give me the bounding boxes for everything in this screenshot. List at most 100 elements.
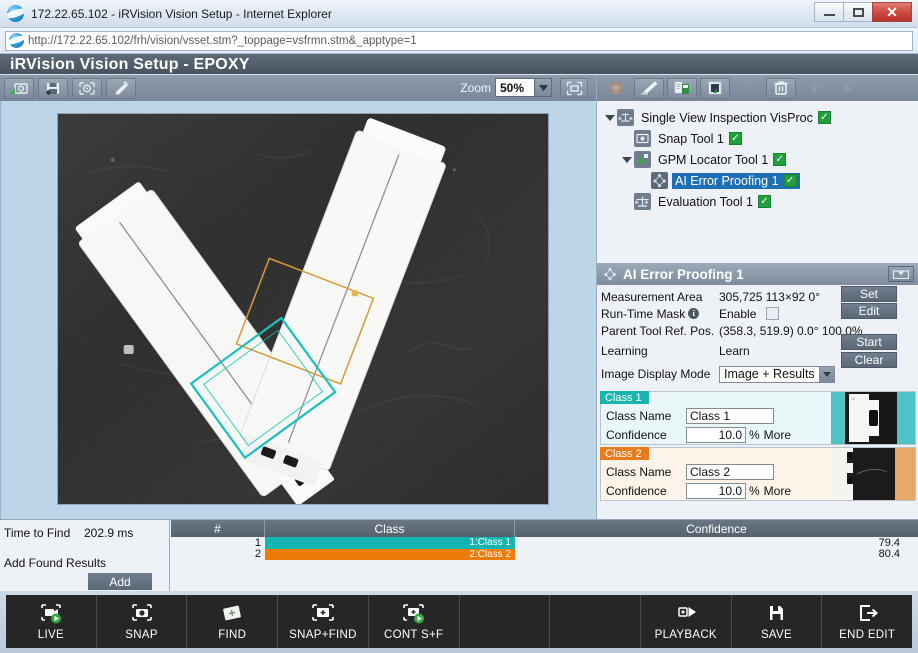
more-link[interactable]: More (764, 484, 791, 498)
class-name-label: Class Name (606, 465, 686, 479)
eyedropper-icon[interactable] (106, 78, 136, 99)
confidence-unit: % (749, 484, 760, 498)
live-button[interactable]: LIVE (6, 595, 97, 648)
clear-button[interactable]: Clear (841, 352, 897, 368)
copy-tool-icon[interactable] (667, 78, 697, 99)
learning-label: Learning (601, 344, 719, 358)
set-button[interactable]: Set (841, 286, 897, 302)
cell-class: 2:Class 2 (265, 549, 515, 561)
class-card-1: Class 1 Class Name Class 1 (600, 391, 916, 445)
tree-node-label: AI Error Proofing 1 (675, 174, 779, 188)
chevron-down-icon[interactable] (534, 79, 551, 96)
end-edit-button[interactable]: END EDIT (822, 595, 912, 648)
class-tag: Class 1 (600, 391, 649, 404)
zoom-select[interactable]: 50% (495, 78, 552, 97)
results-summary: Time to Find 202.9 ms Add Found Results … (0, 520, 170, 592)
find-icon (217, 602, 247, 626)
zoom-value: 50% (496, 79, 534, 96)
calibrate-icon[interactable] (72, 78, 102, 99)
add-button[interactable]: Add (88, 573, 152, 590)
live-label: LIVE (38, 629, 64, 641)
tree-node-label: Evaluation Tool 1 (658, 195, 753, 209)
maximize-button[interactable] (843, 2, 872, 22)
cell-index: 1 (171, 537, 265, 549)
expander-icon[interactable] (603, 115, 617, 121)
cell-confidence: 79.4 (515, 537, 918, 549)
move-up-icon (799, 78, 829, 99)
save-button[interactable]: SAVE (732, 595, 823, 648)
class-card-fields: Class Name Class 1 Confidence 10.0 % Mor… (606, 406, 791, 444)
runtime-mask-label-wrap: Run-Time Mask i (601, 307, 719, 321)
class-name-input[interactable]: Class 1 (686, 408, 774, 424)
playback-button[interactable]: PLAYBACK (641, 595, 732, 648)
cell-confidence: 80.4 (515, 549, 918, 561)
more-link[interactable]: More (764, 428, 791, 442)
tree-node-gpm-locator[interactable]: GPM Locator Tool 1 ✓ (603, 149, 918, 170)
confidence-input[interactable]: 10.0 (686, 483, 746, 499)
save-icon[interactable] (38, 78, 68, 99)
close-button[interactable]: ✕ (872, 2, 912, 22)
class-card-fields: Class Name Class 2 Confidence 10.0 % Mor… (606, 462, 791, 500)
column-header-confidence: Confidence (515, 520, 918, 537)
edit-button[interactable]: Edit (841, 303, 897, 319)
class-tag: Class 2 (600, 447, 649, 460)
tree-node-ai-error-proofing[interactable]: AI Error Proofing 1 ✓ (603, 170, 918, 191)
image-pane (0, 101, 596, 519)
bottom-toolbar: LIVE SNAP FIND (0, 591, 918, 653)
edit-tool-icon[interactable] (634, 78, 664, 99)
table-row[interactable]: 1 1:Class 1 79.4 (171, 537, 918, 549)
minimize-button[interactable] (814, 2, 843, 22)
cont-snap-find-button[interactable]: CONT S+F (369, 595, 460, 648)
image-display-mode-value: Image + Results (720, 367, 819, 382)
save-label: SAVE (761, 629, 792, 641)
tree-toolbar (597, 75, 918, 101)
class-name-label: Class Name (606, 409, 686, 423)
page-favicon-icon (9, 33, 24, 48)
ai-error-proofing-panel: AI Error Proofing 1 Measurement Area 305… (597, 263, 918, 519)
image-viewport[interactable] (57, 113, 549, 505)
visproc-icon (617, 109, 634, 126)
snap-find-button[interactable]: SNAP+FIND (278, 595, 369, 648)
info-icon[interactable]: i (688, 308, 699, 319)
paste-tool-icon[interactable] (700, 78, 730, 99)
tree-node-evaluation-tool[interactable]: Evaluation Tool 1 ✓ (603, 191, 918, 212)
chevron-down-icon[interactable] (819, 367, 834, 382)
tree-node-visproc[interactable]: Single View Inspection VisProc ✓ (603, 107, 918, 128)
enabled-check-icon[interactable]: ✓ (773, 153, 786, 166)
find-button[interactable]: FIND (187, 595, 278, 648)
empty-slot-1 (460, 595, 551, 648)
snap-find-label: SNAP+FIND (289, 629, 357, 641)
enabled-check-icon[interactable]: ✓ (784, 174, 797, 187)
image-toolbar: Zoom 50% (0, 75, 596, 101)
tree-node-snap-tool[interactable]: Snap Tool 1 ✓ (603, 128, 918, 149)
collapse-panel-icon[interactable] (888, 266, 914, 282)
snap-tool-icon (634, 130, 651, 147)
confidence-label: Confidence (606, 428, 686, 442)
column-header-index: # (171, 520, 265, 537)
inspection-image (58, 114, 548, 504)
move-down-icon (832, 78, 862, 99)
class-name-input[interactable]: Class 2 (686, 464, 774, 480)
confidence-row: Confidence 10.0 % More (606, 425, 791, 444)
measurement-area-label: Measurement Area (601, 290, 719, 304)
snap-camera-icon[interactable] (4, 78, 34, 99)
start-button[interactable]: Start (841, 334, 897, 350)
cell-class: 1:Class 1 (265, 537, 515, 549)
confidence-input[interactable]: 10.0 (686, 427, 746, 443)
table-row[interactable]: 2 2:Class 2 80.4 (171, 549, 918, 561)
snap-button[interactable]: SNAP (97, 595, 188, 648)
image-display-mode-select[interactable]: Image + Results (719, 366, 835, 383)
confidence-row: Confidence 10.0 % More (606, 481, 791, 500)
enabled-check-icon[interactable]: ✓ (729, 132, 742, 145)
zoom-control: Zoom 50% (460, 78, 552, 97)
class-name-row: Class Name Class 1 (606, 406, 791, 425)
fit-to-window-icon[interactable] (560, 78, 588, 98)
expander-icon[interactable] (620, 157, 634, 163)
url-field[interactable]: http://172.22.65.102/frh/vision/vsset.st… (5, 31, 913, 51)
delete-tool-icon[interactable] (766, 78, 796, 99)
class-thumbnail (831, 392, 915, 444)
enabled-check-icon[interactable]: ✓ (758, 195, 771, 208)
find-label: FIND (218, 629, 246, 641)
runtime-mask-checkbox[interactable] (766, 307, 779, 320)
enabled-check-icon[interactable]: ✓ (818, 111, 831, 124)
